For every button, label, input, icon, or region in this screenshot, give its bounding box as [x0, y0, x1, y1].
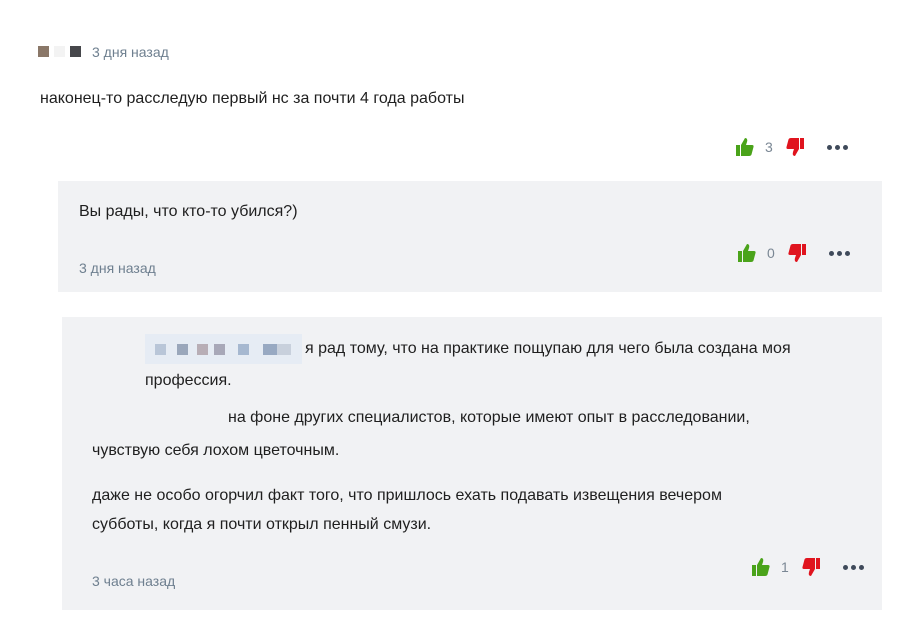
- avatar-pixel: [70, 46, 81, 57]
- comment-text: наконец-то расследую первый нс за почти …: [40, 90, 465, 107]
- like-count: 3: [765, 139, 773, 155]
- redacted-mention: [145, 334, 302, 364]
- reply-timestamp[interactable]: 3 часа назад: [92, 573, 175, 589]
- reply-text-line: на фоне других специалистов, которые име…: [228, 409, 750, 426]
- avatar-pixel: [54, 46, 65, 57]
- thumbs-down-icon[interactable]: [801, 557, 821, 577]
- user-avatar[interactable]: [38, 46, 81, 57]
- reply-text-line: чувствую себя лохом цветочным.: [92, 442, 340, 459]
- thumbs-down-icon[interactable]: [785, 137, 805, 157]
- more-options-icon[interactable]: [842, 564, 864, 570]
- thumbs-up-icon[interactable]: [735, 137, 755, 157]
- comment-actions: 3: [735, 137, 848, 157]
- like-count: 1: [781, 559, 789, 575]
- avatar-pixel: [38, 46, 49, 57]
- reply-text-line: субботы, когда я почти открыл пенный сму…: [92, 516, 432, 533]
- comment-timestamp[interactable]: 3 дня назад: [92, 44, 169, 60]
- reply-text: Вы рады, что кто-то убился?): [79, 203, 298, 220]
- thumbs-up-icon[interactable]: [737, 243, 757, 263]
- reply-text-line: даже не особо огорчил факт того, что при…: [92, 487, 722, 504]
- reply-actions: 0: [737, 243, 850, 263]
- thumbs-down-icon[interactable]: [787, 243, 807, 263]
- reply-text-line: я рад тому, что на практике пощупаю для …: [305, 340, 791, 357]
- reply-text-line: профессия.: [145, 372, 232, 389]
- reply-timestamp[interactable]: 3 дня назад: [79, 260, 156, 276]
- like-count: 0: [767, 245, 775, 261]
- thumbs-up-icon[interactable]: [751, 557, 771, 577]
- more-options-icon[interactable]: [828, 250, 850, 256]
- more-options-icon[interactable]: [826, 144, 848, 150]
- reply-actions: 1: [751, 557, 864, 577]
